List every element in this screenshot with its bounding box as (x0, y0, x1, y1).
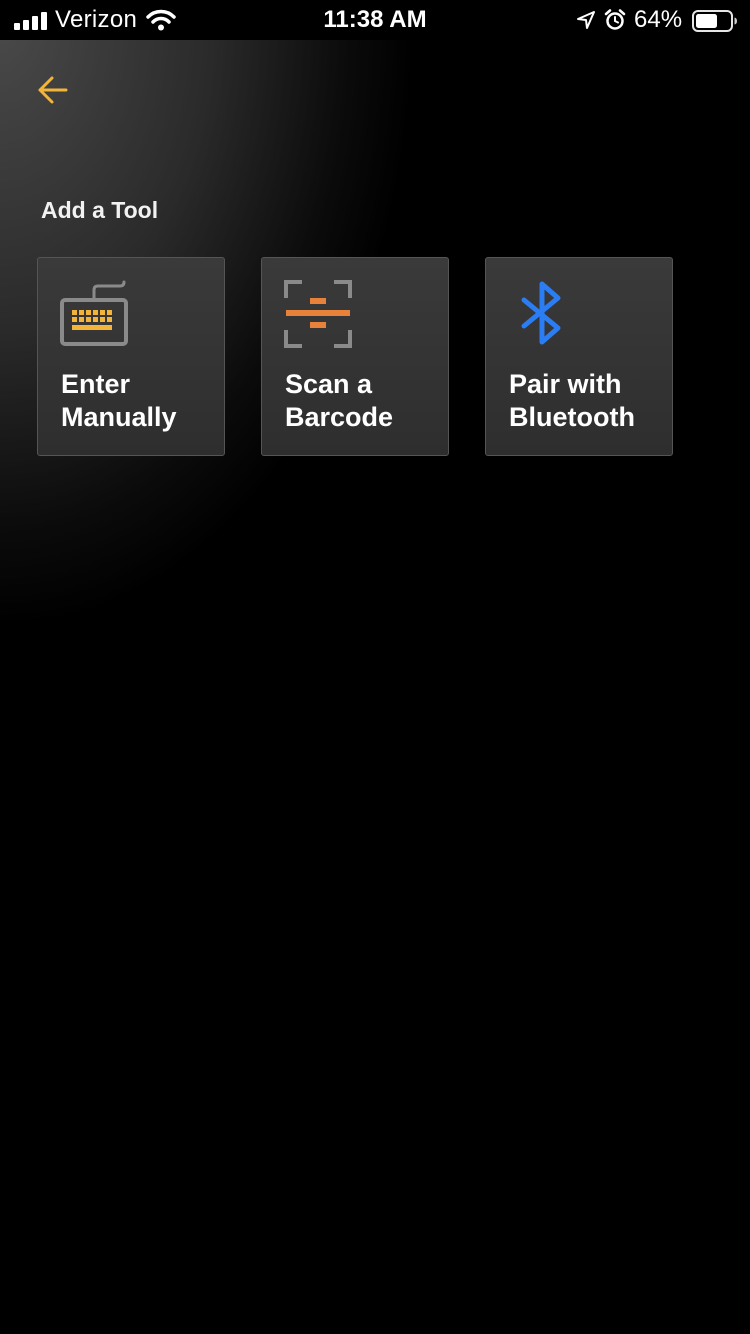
enter-manually-label: Enter Manually (61, 369, 177, 432)
section-title: Add a Tool (41, 197, 159, 223)
status-bar: Verizon 11:38 AM 64% (0, 0, 750, 40)
bluetooth-icon (521, 281, 561, 345)
battery-percentage: 64% (634, 6, 683, 33)
location-icon (577, 11, 595, 29)
pair-bluetooth-button[interactable]: Pair with Bluetooth (485, 257, 673, 456)
alarm-icon (604, 9, 626, 30)
scan-barcode-button[interactable]: Scan a Barcode (261, 257, 449, 456)
barcode-scan-icon (284, 280, 352, 348)
arrow-left-icon (38, 76, 68, 104)
battery-icon (692, 10, 737, 32)
back-button[interactable] (32, 68, 76, 112)
keyboard-icon (60, 280, 128, 346)
scan-barcode-label: Scan a Barcode (285, 369, 394, 432)
enter-manually-button[interactable]: Enter Manually (37, 257, 225, 456)
pair-bluetooth-label: Pair with Bluetooth (509, 369, 635, 432)
